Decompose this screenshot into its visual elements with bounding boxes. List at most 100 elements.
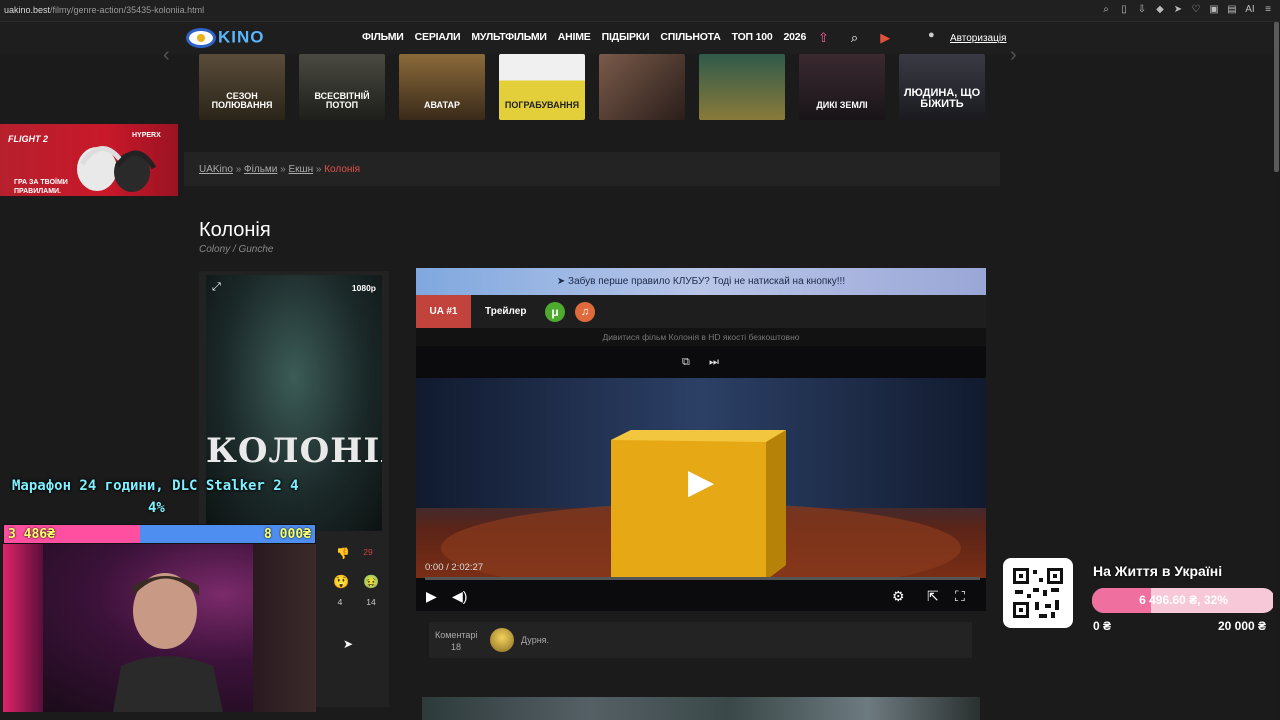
page-scrollbar[interactable] (1273, 22, 1280, 720)
nav-item-cartoons[interactable]: МУЛЬТФІЛЬМИ (471, 31, 547, 43)
main-nav: ФІЛЬМИ СЕРІАЛИ МУЛЬТФІЛЬМИ АНІМЕ ПІДБІРК… (362, 31, 817, 43)
breadcrumb: UAKino » Фільми » Екшн » Колонія (184, 152, 1000, 186)
address-bar[interactable]: uakino.best/filmy/genre-action/35435-kol… (4, 5, 204, 15)
breadcrumb-genre[interactable]: Екшн (289, 164, 314, 175)
heart-icon[interactable]: ♡ (1190, 4, 1202, 15)
breadcrumb-separator: » (315, 164, 322, 175)
zoom-icon[interactable]: ⌕ (1100, 4, 1112, 15)
original-title: Colony / Gunche (199, 244, 274, 255)
dislike-count: 29 (363, 547, 373, 557)
browser-toolbar: uakino.best/filmy/genre-action/35435-kol… (0, 0, 1280, 22)
scrollbar-thumb[interactable] (1274, 22, 1279, 172)
breadcrumb-separator: » (280, 164, 286, 175)
logo-text: KINO (218, 27, 265, 47)
donation-title: На Життя в Україні (1093, 563, 1223, 579)
time-display: 0:00 / 2:02:27 (425, 562, 484, 573)
nav-item-anime[interactable]: АНІМЕ (558, 31, 591, 43)
play-icon[interactable]: ▶ (880, 30, 890, 46)
streamer-silhouette (113, 573, 223, 712)
slider-poster-title: АВАТАР (423, 100, 461, 110)
expand-icon[interactable]: ⤢ (212, 281, 221, 294)
headset-image (77, 146, 157, 192)
search-icon[interactable]: ⌕ (851, 30, 858, 46)
dislike-icon[interactable]: 👎 (336, 547, 350, 560)
url-domain: uakino.best (4, 5, 51, 15)
slider-poster-title: ЛЮДИНА, ЩО БІЖИТЬ (903, 87, 981, 110)
marathon-percent: 4% (148, 500, 165, 516)
slider-poster[interactable]: ЛЮДИНА, ЩО БІЖИТЬ (899, 54, 985, 120)
slider-poster-title: ДИКІ ЗЕМЛІ (816, 100, 868, 110)
big-play-icon[interactable]: ▶ (688, 462, 714, 502)
comments-bar[interactable]: Коментарі 18 Дурня. (429, 622, 972, 658)
nav-item-top100[interactable]: ТОП 100 (732, 31, 773, 43)
ai-icon[interactable]: AI (1244, 4, 1256, 15)
club-banner-text: Забув перше правило КЛУБУ? Тоді не натис… (568, 276, 846, 287)
extensions-icon[interactable]: ▤ (1226, 4, 1238, 15)
movie-stills-strip[interactable] (422, 697, 980, 720)
login-link[interactable]: Авторизація (950, 33, 1006, 44)
nav-item-collections[interactable]: ПІДБІРКИ (602, 31, 650, 43)
popout-icon[interactable]: ⇱ (927, 588, 939, 605)
settings-icon[interactable]: ⚙ (892, 588, 905, 605)
slider-poster[interactable] (699, 54, 785, 120)
site-logo[interactable]: KINO (186, 26, 278, 50)
nav-item-2026[interactable]: 2026 (784, 31, 807, 43)
lock-icon[interactable]: ▣ (1208, 4, 1220, 15)
url-path: /filmy/genre-action/35435-koloniia.html (50, 5, 205, 15)
fullscreen-icon[interactable]: ⛶ (955, 588, 965, 605)
video-area[interactable]: ⧉ ⏭ ▶ 0:00 / 2:02:27 ▶ ◀) ⚙ ⇱ ⛶ (416, 346, 986, 611)
progress-bar[interactable] (425, 577, 980, 580)
poster-title: КОЛОНІЯ (206, 431, 382, 471)
sick-emoji-icon[interactable]: 🤢 (363, 574, 379, 590)
slider-poster-title: СЕЗОН ПОЛЮВАННЯ (211, 91, 273, 110)
nav-icons: ⇧ ⌕ ▶ (818, 30, 890, 46)
slider-poster[interactable] (599, 54, 685, 120)
next-episode-icon[interactable]: ⏭ (709, 356, 719, 369)
qr-code (1003, 558, 1073, 628)
breadcrumb-films[interactable]: Фільми (244, 164, 277, 175)
tab-ua1[interactable]: UA #1 (416, 295, 471, 328)
comments-label: Коментарі 18 (435, 629, 477, 653)
qr-pattern (1013, 568, 1063, 618)
slider-poster[interactable]: ПОГРАБУВАННЯ (499, 54, 585, 120)
user-icon[interactable]: ● (928, 29, 935, 41)
tab-trailer[interactable]: Трейлер (485, 295, 526, 328)
avatar (490, 628, 514, 652)
goal-current: 3 486₴ (8, 527, 55, 542)
gift-icon[interactable]: ⇧ (818, 30, 829, 46)
slider-poster[interactable]: ДИКІ ЗЕМЛІ (799, 54, 885, 120)
nav-item-community[interactable]: СПІЛЬНОТА (660, 31, 720, 43)
play-button-icon[interactable]: ▶ (426, 588, 437, 605)
shield-icon[interactable]: ◆ (1154, 4, 1166, 15)
breadcrumb-home[interactable]: UAKino (199, 164, 233, 175)
music-icon[interactable]: ♫ (575, 302, 595, 322)
surprised-emoji-icon[interactable]: 😲 (333, 574, 349, 590)
bookmark-icon[interactable]: ▯ (1118, 4, 1130, 15)
telegram-icon: ➤ (556, 276, 569, 287)
marathon-overlay-text: Марафон 24 години, DLC Stalker 2 4 (12, 478, 299, 494)
slider-poster[interactable]: СЕЗОН ПОЛЮВАННЯ (199, 54, 285, 120)
menu-icon[interactable]: ≡ (1262, 4, 1274, 15)
pip-icon[interactable]: ⧉ (682, 356, 690, 369)
slider-poster[interactable]: АВАТАР (399, 54, 485, 120)
yellow-cube (611, 430, 786, 580)
download-icon[interactable]: ⇩ (1136, 4, 1148, 15)
club-banner[interactable]: ➤ Забув перше правило КЛУБУ? Тоді не нат… (416, 268, 986, 295)
slider-prev-icon[interactable]: ‹ (163, 44, 170, 67)
nav-item-series[interactable]: СЕРІАЛИ (415, 31, 461, 43)
slider-poster-title: ВСЕСВІТНІЙ ПОТОП (314, 91, 370, 110)
slider-poster[interactable]: ВСЕСВІТНІЙ ПОТОП (299, 54, 385, 120)
player-caption: Дивитися фільм Колонія в HD якості безко… (602, 332, 800, 342)
send-icon[interactable]: ➤ (1172, 4, 1184, 15)
nav-item-films[interactable]: ФІЛЬМИ (362, 31, 404, 43)
player-tabs: UA #1 Трейлер μ ♫ (416, 295, 986, 328)
slider-next-icon[interactable]: › (1010, 44, 1017, 67)
reaction-count: 14 (366, 597, 376, 607)
torrent-icon[interactable]: μ (545, 302, 565, 322)
volume-icon[interactable]: ◀) (452, 588, 467, 605)
reaction-count: 4 (337, 597, 343, 607)
comments-title: Коментарі (435, 630, 478, 640)
page-title: Колонія (199, 219, 271, 241)
mouse-cursor-icon: ➤ (343, 637, 354, 651)
hyperx-ad-banner[interactable]: FLIGHT 2 HYPERX ГРА ЗА ТВОЇМИ ПРАВИЛАМИ. (0, 124, 178, 196)
